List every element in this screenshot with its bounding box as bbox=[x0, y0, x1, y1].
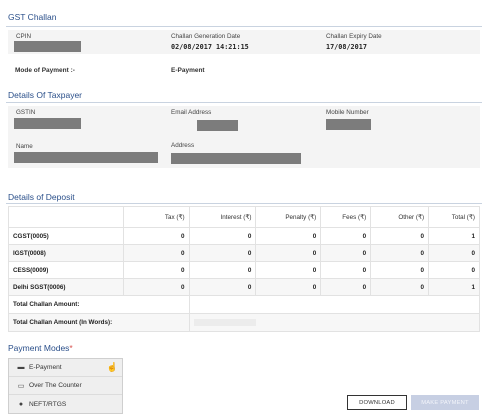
name-redacted bbox=[14, 152, 158, 163]
table-header-row: Tax (₹) Interest (₹) Penalty (₹) Fees (₹… bbox=[8, 206, 480, 228]
table-cell: CESS(0009) bbox=[8, 261, 124, 279]
table-cell: 0 bbox=[370, 227, 430, 245]
make-payment-button[interactable]: MAKE PAYMENT bbox=[411, 395, 479, 410]
table-cell: 0 bbox=[122, 227, 190, 245]
total-words-label: Total Challan Amount (In Words): bbox=[8, 313, 190, 332]
table-cell: 0 bbox=[428, 261, 480, 279]
column-header: Other (₹) bbox=[370, 206, 430, 228]
table-cell: 0 bbox=[428, 244, 480, 262]
table-cell: 0 bbox=[370, 244, 430, 262]
table-row: IGST(0008) 0 0 0 0 0 0 bbox=[8, 244, 480, 262]
payment-mode-label: E-Payment bbox=[29, 364, 62, 371]
address-redacted bbox=[171, 153, 301, 164]
table-cell: 0 bbox=[320, 227, 372, 245]
gstin-redacted bbox=[14, 118, 81, 129]
table-row: CESS(0009) 0 0 0 0 0 0 bbox=[8, 261, 480, 279]
email-label: Email Address bbox=[171, 109, 212, 116]
table-cell: 1 bbox=[428, 278, 480, 296]
cash-icon: ▭ bbox=[17, 382, 25, 390]
name-label: Name bbox=[16, 143, 33, 150]
table-cell: 0 bbox=[188, 244, 257, 262]
expiry-date-label: Challan Expiry Date bbox=[326, 33, 382, 40]
required-mark: * bbox=[69, 343, 73, 353]
payment-mode-label: Over The Counter bbox=[29, 382, 82, 389]
divider bbox=[6, 102, 482, 103]
cpin-label: CPIN bbox=[16, 33, 32, 40]
table-cell: 0 bbox=[122, 278, 190, 296]
cpin-redacted bbox=[14, 41, 81, 52]
payment-modes-title: Payment Modes* bbox=[8, 343, 73, 353]
table-cell: 0 bbox=[320, 278, 372, 296]
gstin-label: GSTIN bbox=[16, 109, 36, 116]
table-cell: 0 bbox=[255, 227, 322, 245]
payment-modes-label: Payment Modes bbox=[8, 343, 70, 353]
download-button[interactable]: DOWNLOAD bbox=[347, 395, 407, 410]
column-header: Tax (₹) bbox=[122, 206, 190, 228]
table-cell: 0 bbox=[320, 261, 372, 279]
total-words-row: Total Challan Amount (In Words): bbox=[8, 313, 481, 332]
taxpayer-title: Details Of Taxpayer bbox=[8, 90, 83, 100]
column-header: Penalty (₹) bbox=[255, 206, 322, 228]
payment-mode-neft-rtgs[interactable]: ● NEFT/RTGS bbox=[9, 395, 122, 413]
mobile-redacted bbox=[326, 119, 371, 130]
deposit-title: Details of Deposit bbox=[8, 192, 75, 202]
total-amount-label: Total Challan Amount: bbox=[8, 295, 190, 314]
expiry-date-value: 17/08/2017 bbox=[326, 43, 367, 51]
globe-icon: ● bbox=[18, 400, 24, 408]
divider bbox=[6, 26, 482, 27]
table-cell: 1 bbox=[428, 227, 480, 245]
table-cell: 0 bbox=[255, 244, 322, 262]
table-cell: 0 bbox=[122, 261, 190, 279]
email-redacted bbox=[197, 120, 238, 131]
table-cell: CGST(0005) bbox=[8, 227, 124, 245]
column-header bbox=[8, 206, 124, 228]
table-cell: 0 bbox=[188, 278, 257, 296]
total-amount-value bbox=[188, 295, 481, 314]
gst-challan-title: GST Challan bbox=[8, 12, 57, 22]
table-cell: 0 bbox=[370, 278, 430, 296]
taxpayer-panel: GSTIN Email Address Mobile Number Name A… bbox=[8, 106, 480, 168]
table-cell: 0 bbox=[320, 244, 372, 262]
column-header: Total (₹) bbox=[428, 206, 480, 228]
payment-mode-over-the-counter[interactable]: ▭ Over The Counter bbox=[9, 377, 122, 395]
generation-date-value: 02/08/2017 14:21:15 bbox=[171, 43, 249, 51]
generation-date-label: Challan Generation Date bbox=[171, 33, 241, 40]
total-words-value bbox=[188, 313, 481, 332]
payment-modes-list: ▬ E-Payment ☝ ▭ Over The Counter ● NEFT/… bbox=[8, 358, 123, 414]
column-header: Interest (₹) bbox=[188, 206, 257, 228]
card-icon: ▬ bbox=[17, 364, 25, 371]
challan-info-panel: CPIN Challan Generation Date Challan Exp… bbox=[8, 30, 480, 54]
mobile-label: Mobile Number bbox=[326, 109, 369, 116]
table-row: CGST(0005) 0 0 0 0 0 1 bbox=[8, 227, 480, 245]
table-cell: 0 bbox=[370, 261, 430, 279]
table-cell: 0 bbox=[255, 261, 322, 279]
payment-mode-e-payment[interactable]: ▬ E-Payment ☝ bbox=[9, 359, 122, 377]
payment-mode-label: NEFT/RTGS bbox=[29, 400, 67, 408]
table-cell: 0 bbox=[122, 244, 190, 262]
column-header: Fees (₹) bbox=[320, 206, 372, 228]
table-cell: 0 bbox=[188, 261, 257, 279]
table-cell: Delhi SGST(0006) bbox=[8, 278, 124, 296]
total-words-placeholder bbox=[193, 318, 256, 326]
divider bbox=[6, 203, 482, 204]
table-cell: IGST(0008) bbox=[8, 244, 124, 262]
mode-of-payment-value: E-Payment bbox=[171, 67, 205, 74]
table-cell: 0 bbox=[188, 227, 257, 245]
address-label: Address bbox=[171, 142, 195, 149]
hand-cursor-icon: ☝ bbox=[106, 362, 118, 372]
table-row: Delhi SGST(0006) 0 0 0 0 0 1 bbox=[8, 278, 480, 296]
deposit-table: Tax (₹) Interest (₹) Penalty (₹) Fees (₹… bbox=[8, 206, 481, 332]
mode-of-payment-label: Mode of Payment :- bbox=[15, 67, 75, 74]
total-amount-row: Total Challan Amount: bbox=[8, 295, 481, 314]
table-cell: 0 bbox=[255, 278, 322, 296]
